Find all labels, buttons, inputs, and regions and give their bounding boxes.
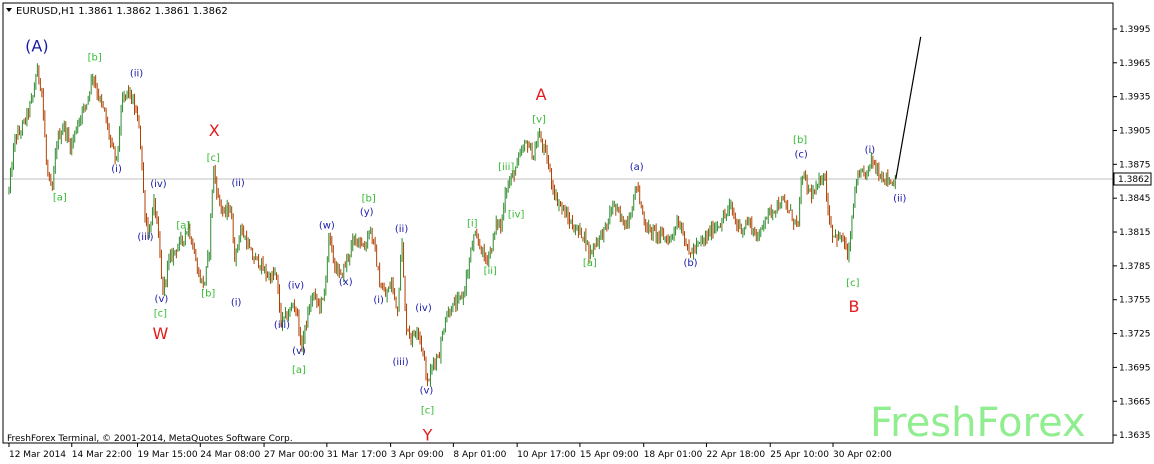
wave-label: A <box>536 85 547 104</box>
wave-label: [c] <box>846 278 859 289</box>
wave-label: [b] <box>88 53 102 64</box>
wave-label: [b] <box>201 288 215 299</box>
wave-label: [c] <box>207 153 220 164</box>
wave-label: (x) <box>339 277 353 288</box>
y-tick-label: 1.3755 <box>1119 296 1151 306</box>
x-tick-label: 3 Apr 09:00 <box>391 450 444 460</box>
wave-label: (i) <box>373 295 384 306</box>
wave-label: [iv] <box>508 209 525 220</box>
wave-label: (iii) <box>274 320 290 331</box>
wave-label: [a] <box>583 258 597 269</box>
wave-label: [a] <box>176 221 190 232</box>
x-tick-label: 19 Mar 15:00 <box>138 450 198 460</box>
wave-label: (i) <box>865 145 876 156</box>
wave-label: (ii) <box>893 194 906 205</box>
y-tick-label: 1.3875 <box>1119 160 1151 170</box>
wave-label: [b] <box>362 194 376 205</box>
wave-label: (ii) <box>231 178 244 189</box>
wave-label: (v) <box>292 346 306 357</box>
x-tick-label: 8 Apr 01:00 <box>453 450 506 460</box>
x-tick-label: 27 Mar 00:00 <box>264 450 324 460</box>
x-tick-label: 15 Apr 09:00 <box>580 450 639 460</box>
wave-label: [v] <box>532 115 546 126</box>
wave-label: (i) <box>111 164 122 175</box>
wave-label: (A) <box>25 37 48 56</box>
x-tick-label: 31 Mar 17:00 <box>327 450 387 460</box>
wave-label: (v) <box>420 385 434 396</box>
x-tick-label: 24 Mar 08:00 <box>200 450 260 460</box>
wave-label: (y) <box>360 207 374 218</box>
wave-label: [i] <box>467 218 478 229</box>
watermark: FreshForex <box>870 400 1086 446</box>
y-tick-label: 1.3995 <box>1119 25 1151 35</box>
x-tick-label: 18 Apr 01:00 <box>644 450 703 460</box>
wave-label: [iii] <box>498 162 514 173</box>
y-tick-label: 1.3635 <box>1119 431 1151 441</box>
wave-label: [b] <box>793 135 807 146</box>
x-tick-label: 14 Mar 22:00 <box>72 450 132 460</box>
x-tick-label: 22 Apr 18:00 <box>706 450 765 460</box>
y-tick-label: 1.3665 <box>1119 397 1151 407</box>
y-tick-label: 1.3965 <box>1119 59 1151 69</box>
wave-label: W <box>153 324 169 343</box>
y-tick-label: 1.3935 <box>1119 93 1151 103</box>
wave-label: (iv) <box>288 280 305 291</box>
x-tick-label: 12 Mar 2014 <box>9 450 66 460</box>
y-tick-label: 1.3785 <box>1119 262 1151 272</box>
copyright: FreshForex Terminal, © 2001-2014, MetaQu… <box>7 434 293 444</box>
wave-label: (iii) <box>137 232 153 243</box>
wave-label: (i) <box>231 297 242 308</box>
wave-label: (c) <box>794 150 807 161</box>
wave-label: (a) <box>630 162 644 173</box>
chart-background <box>0 0 1154 464</box>
wave-label: (ii) <box>395 224 408 235</box>
wave-label: (b) <box>683 258 697 269</box>
wave-label: (iv) <box>150 179 167 190</box>
x-tick-label: 10 Apr 17:00 <box>517 450 576 460</box>
y-tick-label: 1.3695 <box>1119 363 1151 373</box>
symbol-header: EURUSD,H1 1.3861 1.3862 1.3861 1.3862 <box>16 6 228 17</box>
y-tick-label: 1.3725 <box>1119 330 1151 340</box>
wave-label: Y <box>422 426 433 445</box>
wave-label: (w) <box>319 221 335 232</box>
wave-label: (iii) <box>392 357 408 368</box>
price-chart[interactable]: (A) [b] (ii) (i) [a] (iv) (iii) [a] (v) [c] W X [c] (… <box>0 0 1154 464</box>
wave-label: X <box>209 121 220 140</box>
current-price-tag: 1.3862 <box>1113 172 1152 186</box>
wave-label: [a] <box>53 192 67 203</box>
y-tick-label: 1.3845 <box>1119 194 1151 204</box>
x-tick-label: 25 Apr 10:00 <box>770 450 829 460</box>
wave-label: [c] <box>154 309 167 320</box>
wave-label: [a] <box>292 365 306 376</box>
y-tick-label: 1.3905 <box>1119 126 1151 136</box>
wave-label: (iv) <box>415 303 432 314</box>
wave-label: (v) <box>155 294 169 305</box>
wave-label: [c] <box>421 406 434 417</box>
current-price-label: 1.3862 <box>1118 175 1150 185</box>
x-tick-label: 30 Apr 02:00 <box>833 450 892 460</box>
y-tick-label: 1.3815 <box>1119 228 1151 238</box>
wave-label: B <box>848 297 859 316</box>
wave-label: [ii] <box>484 266 497 277</box>
wave-label: (ii) <box>130 68 143 79</box>
